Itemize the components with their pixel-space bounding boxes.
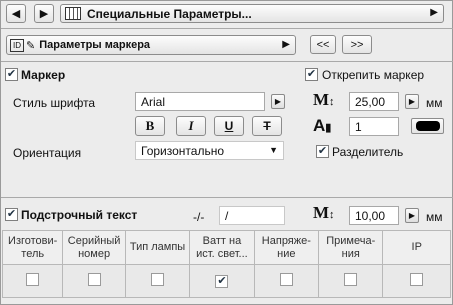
- marker-size-field[interactable]: 25,00: [349, 92, 399, 111]
- table-cell: ✔: [189, 264, 255, 298]
- marker-label: Маркер: [21, 68, 66, 82]
- section-title: Специальные Параметры...: [87, 6, 252, 21]
- subtext-size-value: 10,00: [355, 208, 386, 223]
- separator-label: Разделитель: [332, 145, 404, 159]
- subtext-checkbox[interactable]: ✔: [5, 208, 18, 221]
- table-cell: [382, 264, 451, 298]
- table-header-row: Изготови- тель Серийный номер Тип лампы Ват…: [1, 230, 451, 265]
- subtext-separator-value: /: [225, 208, 229, 223]
- underline-button[interactable]: U: [214, 116, 244, 136]
- chevron-right-icon: ▶: [430, 7, 438, 18]
- pen-color-button[interactable]: [411, 118, 444, 134]
- subtext-label: Подстрочный текст: [21, 208, 138, 222]
- column-header[interactable]: Ватт на ист. свет...: [189, 230, 255, 265]
- text-size-icon: M↕: [313, 203, 335, 222]
- pen-number-value: 1: [355, 119, 362, 134]
- column-header[interactable]: Серийный номер: [62, 230, 126, 265]
- settings-grid-icon: [65, 7, 81, 20]
- pen-color-swatch-icon: [415, 121, 440, 131]
- bold-button[interactable]: B: [135, 116, 165, 136]
- settings-panel: ◀ ▶ Специальные Параметры... ▶ ID ✎ Пара…: [0, 0, 453, 305]
- column-checkbox[interactable]: [410, 272, 424, 286]
- column-header[interactable]: Примеча- ния: [318, 230, 384, 265]
- font-style-label: Стиль шрифта: [13, 96, 96, 110]
- forward-button[interactable]: ▶: [34, 4, 54, 23]
- pencil-icon: ✎: [26, 39, 36, 52]
- column-checkbox[interactable]: [26, 272, 40, 286]
- table-cell: [318, 264, 384, 298]
- italic-button[interactable]: I: [176, 116, 206, 136]
- font-pen-icon: A▮: [313, 116, 332, 135]
- table-row: ✔: [1, 264, 451, 298]
- column-checkbox[interactable]: [87, 272, 101, 286]
- column-header[interactable]: Напряже- ние: [253, 230, 320, 265]
- marker-params-dropdown[interactable]: ID ✎ Параметры маркера ▶: [6, 35, 296, 55]
- subtext-separator-prefix: -/-: [193, 210, 205, 224]
- size-picker-button[interactable]: ▶: [405, 94, 419, 109]
- marker-divider: [1, 61, 453, 62]
- chevron-right-icon: ▶: [282, 39, 290, 50]
- marker-checkbox[interactable]: ✔: [5, 68, 18, 81]
- pen-number-field[interactable]: 1: [349, 117, 399, 136]
- column-checkbox[interactable]: [344, 272, 358, 286]
- column-header[interactable]: IP: [382, 230, 451, 265]
- orientation-value: Горизонтально: [141, 143, 225, 158]
- subtext-separator-field[interactable]: /: [219, 206, 285, 225]
- next-marker-button[interactable]: >>: [342, 35, 372, 54]
- header-divider: [1, 28, 453, 29]
- back-button[interactable]: ◀: [6, 4, 26, 23]
- marker-params-label: Параметры маркера: [39, 39, 151, 51]
- detach-marker-label: Открепить маркер: [322, 68, 425, 82]
- detach-marker-checkbox[interactable]: ✔: [305, 68, 318, 81]
- table-cell: [124, 264, 191, 298]
- orientation-select[interactable]: Горизонтально ▼: [135, 141, 284, 160]
- font-name-field[interactable]: Arial: [135, 92, 265, 111]
- id-tag-icon: ID: [10, 38, 24, 52]
- property-table: Изготови- тель Серийный номер Тип лампы Ват…: [1, 230, 451, 298]
- subtext-divider: [1, 197, 453, 198]
- table-cell: [1, 264, 64, 298]
- chevron-down-icon: ▼: [269, 145, 278, 155]
- orientation-label: Ориентация: [13, 146, 82, 160]
- section-header-bar[interactable]: Специальные Параметры... ▶: [60, 4, 444, 23]
- subtext-size-picker-button[interactable]: ▶: [405, 208, 419, 223]
- prev-marker-button[interactable]: <<: [310, 35, 336, 54]
- table-cell: [253, 264, 320, 298]
- subtext-size-field[interactable]: 10,00: [349, 206, 399, 225]
- separator-checkbox[interactable]: ✔: [316, 145, 329, 158]
- column-checkbox[interactable]: [151, 272, 164, 286]
- font-name-value: Arial: [141, 94, 166, 109]
- text-size-icon: M↕: [313, 90, 335, 109]
- column-checkbox[interactable]: [279, 272, 293, 286]
- column-header[interactable]: Изготови- тель: [1, 230, 64, 265]
- marker-size-value: 25,00: [355, 94, 386, 109]
- subtext-size-unit: мм: [426, 210, 443, 224]
- font-picker-button[interactable]: ▶: [271, 94, 285, 109]
- size-unit-label: мм: [426, 96, 443, 110]
- column-header[interactable]: Тип лампы: [124, 230, 191, 265]
- strikethrough-button[interactable]: T: [252, 116, 282, 136]
- column-checkbox[interactable]: ✔: [215, 274, 229, 288]
- table-cell: [62, 264, 126, 298]
